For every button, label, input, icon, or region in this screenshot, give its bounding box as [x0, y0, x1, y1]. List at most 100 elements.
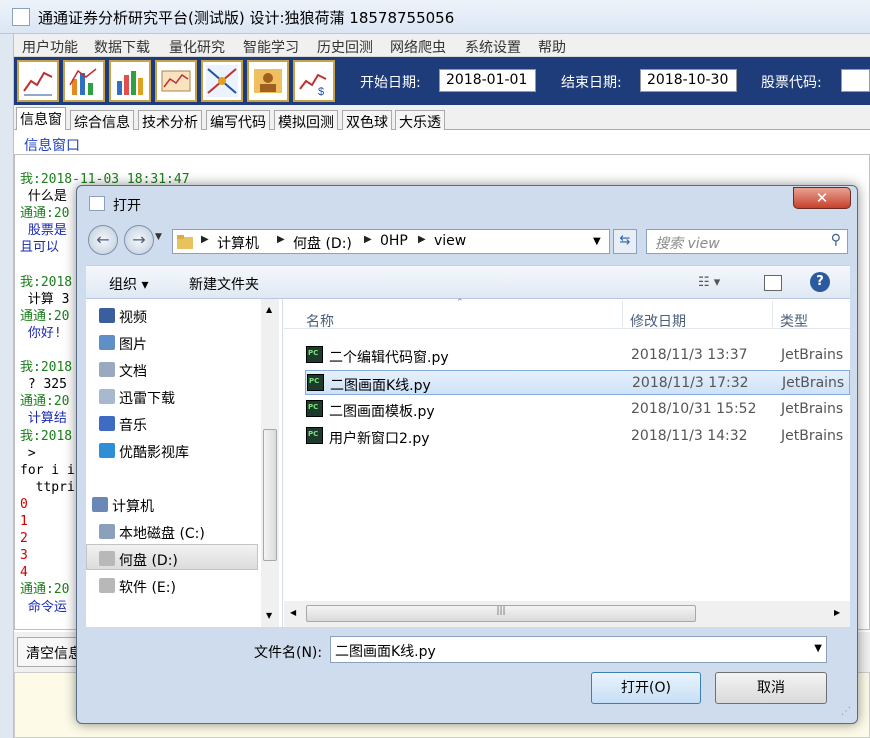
scroll-up-icon[interactable]: ▲: [266, 305, 272, 314]
breadcrumb-drive-d[interactable]: 何盘 (D:): [293, 233, 352, 253]
file-row[interactable]: 二图画面模板.py 2018/10/31 15:52 JetBrains: [305, 397, 850, 422]
menu-help[interactable]: 帮助: [538, 37, 566, 57]
column-modified[interactable]: 修改日期: [630, 311, 686, 331]
log-line: >: [20, 445, 36, 461]
menu-user[interactable]: 用户功能: [22, 37, 78, 57]
app-chart-icon: [12, 8, 30, 26]
horizontal-scrollbar[interactable]: ◀ ||| ▶: [284, 601, 850, 627]
close-button[interactable]: ✕: [793, 187, 851, 209]
scroll-right-icon[interactable]: ▶: [834, 608, 840, 617]
tab-double-color[interactable]: 双色球: [342, 110, 392, 131]
tab-technical[interactable]: 技术分析: [138, 110, 202, 131]
toolbar-chart-button-4[interactable]: [155, 60, 197, 102]
refresh-button[interactable]: ⇆: [613, 229, 637, 254]
local-disk-icon: [99, 524, 115, 539]
chevron-down-icon[interactable]: ▼: [814, 643, 822, 654]
tab-summary[interactable]: 综合信息: [70, 110, 134, 131]
menu-ml[interactable]: 智能学习: [243, 37, 299, 57]
forward-button[interactable]: →: [124, 225, 154, 255]
youku-icon: [99, 443, 115, 458]
file-row-selected[interactable]: 二图画面K线.py 2018/11/3 17:32 JetBrains: [305, 370, 850, 395]
log-line: 0: [20, 496, 28, 512]
file-name: 二图画面模板.py: [329, 404, 435, 420]
breadcrumb-0hp[interactable]: 0HP: [380, 233, 408, 249]
nav-label: 何盘 (D:): [119, 553, 178, 569]
help-icon[interactable]: ?: [810, 272, 830, 292]
start-date-input[interactable]: 2018-01-01: [439, 69, 536, 92]
log-line: for i i: [20, 462, 75, 478]
left-edge-panel: [0, 34, 14, 738]
nav-item-drive-c[interactable]: 本地磁盘 (C:): [99, 523, 205, 543]
drive-icon: [99, 578, 115, 593]
tab-simulation[interactable]: 模拟回测: [274, 110, 338, 131]
file-row[interactable]: 用户新窗口2.py 2018/11/3 14:32 JetBrains: [305, 424, 850, 449]
nav-label: 迅雷下载: [119, 391, 175, 407]
cancel-button[interactable]: 取消: [715, 672, 827, 704]
view-options-icon[interactable]: ☷ ▾: [698, 275, 720, 290]
toolbar-chart-button-2[interactable]: [63, 60, 105, 102]
file-type: JetBrains: [782, 375, 845, 391]
breadcrumb-computer[interactable]: 计算机: [217, 233, 259, 253]
menu-quant[interactable]: 量化研究: [169, 37, 225, 57]
log-line: 计算 3: [20, 291, 70, 307]
log-line: 通通:20: [20, 206, 70, 222]
nav-item-drive-d[interactable]: 何盘 (D:): [99, 550, 178, 570]
file-list-header: ⌃ 名称 修改日期 类型: [284, 298, 850, 331]
tab-info-window[interactable]: 信息窗: [16, 107, 66, 130]
recent-locations-dropdown[interactable]: ▼: [155, 232, 167, 246]
end-date-input[interactable]: 2018-10-30: [640, 69, 737, 92]
nav-scrollbar[interactable]: ▲ ▼: [261, 299, 279, 627]
resize-grip-icon[interactable]: ⋰: [841, 706, 853, 718]
nav-item-youku[interactable]: 优酷影视库: [99, 442, 189, 462]
search-input[interactable]: 搜索 view ⚲: [646, 229, 848, 254]
nav-scroll-thumb[interactable]: [263, 429, 277, 561]
menu-settings[interactable]: 系统设置: [465, 37, 521, 57]
breadcrumb-view[interactable]: view: [434, 233, 466, 249]
column-name[interactable]: 名称: [306, 311, 334, 331]
filename-input[interactable]: 二图画面K线.py ▼: [330, 636, 827, 663]
document-icon: [99, 362, 115, 377]
nav-item-pictures[interactable]: 图片: [99, 334, 147, 354]
tab-code[interactable]: 编写代码: [206, 110, 270, 131]
scroll-left-icon[interactable]: ◀: [290, 608, 296, 617]
scroll-down-icon[interactable]: ▼: [266, 611, 272, 620]
organize-button[interactable]: 组织 ▾: [109, 274, 148, 294]
menu-backtest[interactable]: 历史回测: [317, 37, 373, 57]
open-button[interactable]: 打开(O): [591, 672, 701, 704]
nav-item-music[interactable]: 音乐: [99, 415, 147, 435]
chevron-down-icon[interactable]: ▼: [593, 236, 601, 247]
preview-pane-icon[interactable]: [764, 275, 782, 291]
nav-item-drive-e[interactable]: 软件 (E:): [99, 577, 176, 597]
toolbar-chart-button-5[interactable]: [201, 60, 243, 102]
nav-item-videos[interactable]: 视频: [99, 307, 147, 327]
info-window-label: 信息窗口: [24, 138, 80, 154]
refresh-icon: ⇆: [619, 233, 631, 248]
toolbar-chart-button-6[interactable]: [247, 60, 289, 102]
file-row[interactable]: 二个编辑代码窗.py 2018/11/3 13:37 JetBrains: [305, 343, 850, 368]
report-chart-icon: [161, 70, 191, 92]
tab-bar: 信息窗 综合信息 技术分析 编写代码 模拟回测 双色球 大乐透: [14, 105, 870, 131]
column-type[interactable]: 类型: [780, 311, 808, 331]
nav-item-documents[interactable]: 文档: [99, 361, 147, 381]
nav-item-thunder-downloads[interactable]: 迅雷下载: [99, 388, 175, 408]
download-icon: [99, 389, 115, 404]
menu-crawler[interactable]: 网络爬虫: [390, 37, 446, 57]
end-date-label: 结束日期:: [561, 75, 622, 91]
navigation-pane: 视频 图片 文档 迅雷下载 音乐 优酷影视库 计算机 本地磁盘 (C:) 何盘 …: [86, 299, 283, 627]
toolbar-chart-button-3[interactable]: [109, 60, 151, 102]
horizontal-scroll-thumb[interactable]: |||: [306, 605, 696, 622]
file-type: JetBrains: [781, 347, 844, 363]
stock-code-input[interactable]: [841, 69, 870, 92]
nav-label: 视频: [119, 310, 147, 326]
file-name: 二图画面K线.py: [330, 378, 431, 394]
menu-data-download[interactable]: 数据下载: [94, 37, 150, 57]
address-bar[interactable]: ▶ 计算机 ▶ 何盘 (D:) ▶ 0HP ▶ view ▼: [172, 229, 610, 254]
toolbar-chart-button-7[interactable]: $: [293, 60, 335, 102]
tab-lotto[interactable]: 大乐透: [395, 110, 445, 131]
back-button[interactable]: ←: [88, 225, 118, 255]
nav-item-computer[interactable]: 计算机: [92, 496, 154, 516]
toolbar-chart-button-1[interactable]: [17, 60, 59, 102]
music-icon: [99, 416, 115, 431]
new-folder-button[interactable]: 新建文件夹: [189, 274, 259, 294]
bar-chart-icon: [69, 68, 97, 95]
